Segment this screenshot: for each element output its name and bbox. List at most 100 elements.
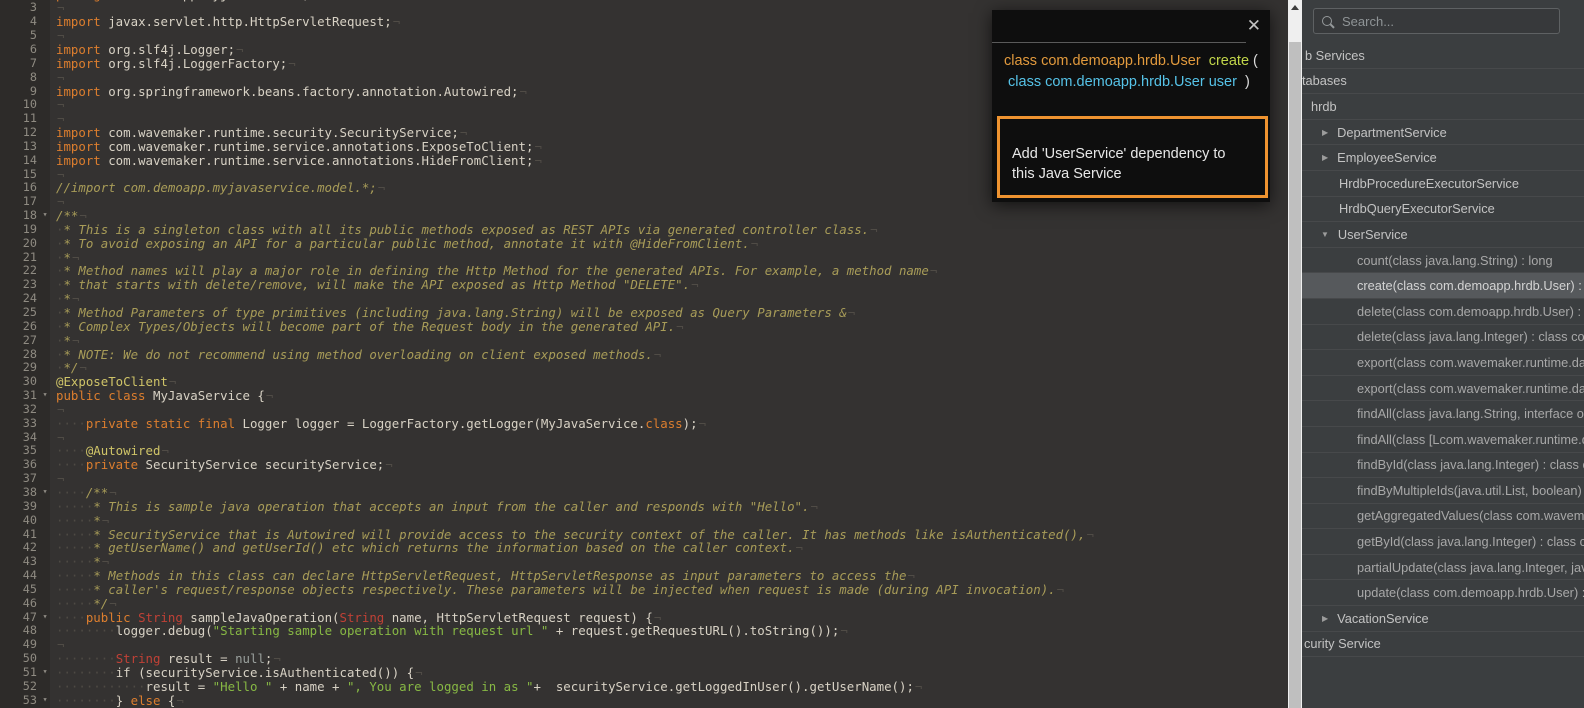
tree-item-departmentservice[interactable]: ▶DepartmentService: [1302, 120, 1584, 146]
chevron-down-icon[interactable]: ▼: [1321, 230, 1329, 239]
tree-item-curity-service[interactable]: curity Service: [1302, 632, 1584, 658]
line-number: 49: [0, 638, 37, 652]
fold-arrow-icon[interactable]: ▾: [37, 666, 53, 680]
tree-item-vacationservice[interactable]: ▶VacationService: [1302, 606, 1584, 632]
code-line[interactable]: 22·* Method names will play a major role…: [0, 264, 1288, 278]
add-dependency-action[interactable]: Add 'UserService' dependency to this Jav…: [997, 116, 1268, 198]
code-token: /**: [56, 208, 78, 223]
code-line[interactable]: 38▾····/**¬: [0, 486, 1288, 500]
tree-item-b-services[interactable]: b Services: [1302, 43, 1584, 69]
code-line[interactable]: 32¬: [0, 403, 1288, 417]
code-text: import org.slf4j.LoggerFactory;¬: [56, 57, 296, 71]
scroll-up-button[interactable]: [1288, 0, 1302, 14]
tree-item-label: count(class java.lang.String) : long: [1357, 253, 1553, 268]
tree-item-findbyid-class-java-lang-integer-class-c[interactable]: findById(class java.lang.Integer) : clas…: [1302, 453, 1584, 479]
code-line[interactable]: 37¬: [0, 472, 1288, 486]
code-line[interactable]: 45·····* caller's request/response objec…: [0, 583, 1288, 597]
code-line[interactable]: 42·····* getUserName() and getUserId() e…: [0, 541, 1288, 555]
code-line[interactable]: 31▾public class MyJavaService {¬: [0, 389, 1288, 403]
newline-mark: ¬: [79, 360, 86, 375]
popup-header: [992, 10, 1246, 43]
code-text: import javax.servlet.http.HttpServletReq…: [56, 15, 400, 29]
code-line[interactable]: 33····private static final Logger logger…: [0, 417, 1288, 431]
code-line[interactable]: 39·····* This is sample java operation t…: [0, 500, 1288, 514]
code-line[interactable]: 53▾········} else {¬: [0, 694, 1288, 708]
code-line[interactable]: 44·····* Methods in this class can decla…: [0, 569, 1288, 583]
code-line[interactable]: 23·* that starts with delete/remove, wil…: [0, 278, 1288, 292]
code-line[interactable]: 41·····* SecurityService that is Autowir…: [0, 528, 1288, 542]
tree-item-update-class-com-demoapp-hrdb-user-clas[interactable]: update(class com.demoapp.hrdb.User) : cl…: [1302, 580, 1584, 606]
code-line[interactable]: 26·* Complex Types/Objects will become p…: [0, 320, 1288, 334]
code-line[interactable]: 30@ExposeToClient¬: [0, 375, 1288, 389]
tree-item-export-class-com-wavemaker-runtime-data-[interactable]: export(class com.wavemaker.runtime.data.…: [1302, 376, 1584, 402]
code-line[interactable]: 49¬: [0, 638, 1288, 652]
editor-scrollbar[interactable]: [1288, 0, 1302, 708]
scrollbar-thumb[interactable]: [1289, 42, 1301, 708]
tree-item-userservice[interactable]: ▼UserService: [1302, 222, 1584, 248]
code-line[interactable]: 52············result = "Hello " + name +…: [0, 680, 1288, 694]
tree-item-hrdbqueryexecutorservice[interactable]: HrdbQueryExecutorService: [1302, 197, 1584, 223]
code-line[interactable]: 29·*/¬: [0, 361, 1288, 375]
code-line[interactable]: 48········logger.debug("Starting sample …: [0, 624, 1288, 638]
code-line[interactable]: 20·* To avoid exposing an API for a part…: [0, 237, 1288, 251]
fold-arrow-icon[interactable]: ▾: [37, 611, 53, 625]
chevron-right-icon[interactable]: ▶: [1322, 128, 1328, 137]
tree-item-hrdbprocedureexecutorservice[interactable]: HrdbProcedureExecutorService: [1302, 171, 1584, 197]
tree-item-label: create(class com.demoapp.hrdb.User) : cl…: [1357, 278, 1584, 293]
tree-item-hrdb[interactable]: hrdb: [1302, 94, 1584, 120]
chevron-right-icon[interactable]: ▶: [1322, 614, 1328, 623]
code-token: ;: [265, 651, 272, 666]
code-text: ············result = "Hello " + name + "…: [56, 680, 922, 694]
code-line[interactable]: 28·* NOTE: We do not recommend using met…: [0, 348, 1288, 362]
tree-item-count-class-java-lang-string-long[interactable]: count(class java.lang.String) : long: [1302, 248, 1584, 274]
tree-item-export-class-com-wavemaker-runtime-data-[interactable]: export(class com.wavemaker.runtime.data.…: [1302, 350, 1584, 376]
search-input[interactable]: [1340, 13, 1551, 30]
code-line[interactable]: 51▾········if (securityService.isAuthent…: [0, 666, 1288, 680]
code-line[interactable]: 46·····*/¬: [0, 597, 1288, 611]
code-text: ·*¬: [56, 334, 79, 348]
code-line[interactable]: 43·····*¬: [0, 555, 1288, 569]
chevron-right-icon[interactable]: ▶: [1322, 153, 1328, 162]
code-token: com.wavemaker.runtime.security.SecurityS…: [101, 125, 459, 140]
tree-item-getaggregatedvalues-class-com-wavemaker[interactable]: getAggregatedValues(class com.wavemaker: [1302, 504, 1584, 530]
search-box[interactable]: [1313, 8, 1560, 34]
code-line[interactable]: 35····@Autowired¬: [0, 444, 1288, 458]
code-line[interactable]: 25·* Method Parameters of type primitive…: [0, 306, 1288, 320]
newline-mark: ¬: [57, 97, 64, 112]
code-line[interactable]: 21·*¬: [0, 251, 1288, 265]
tree-item-employeeservice[interactable]: ▶EmployeeService: [1302, 145, 1584, 171]
tree-item-delete-class-com-demoapp-hrdb-user-void[interactable]: delete(class com.demoapp.hrdb.User) : vo…: [1302, 299, 1584, 325]
indent-dots: ············: [56, 679, 146, 694]
code-line[interactable]: 36····private SecurityService securitySe…: [0, 458, 1288, 472]
line-number: 18: [0, 209, 37, 223]
code-line[interactable]: 34¬: [0, 431, 1288, 445]
code-line[interactable]: 50········String result = null;¬: [0, 652, 1288, 666]
code-line[interactable]: 19·* This is a singleton class with all …: [0, 223, 1288, 237]
tree-item-label: getById(class java.lang.Integer) : class…: [1357, 534, 1584, 549]
code-text: ¬: [56, 195, 64, 209]
code-line[interactable]: 24·*¬: [0, 292, 1288, 306]
code-editor[interactable]: 2package com.demoapp.myjavaservice;¬3¬4i…: [0, 0, 1288, 708]
close-icon[interactable]: ✕: [1247, 16, 1261, 36]
tree-item-getbyid-class-java-lang-integer-class-co[interactable]: getById(class java.lang.Integer) : class…: [1302, 529, 1584, 555]
tree-item-findbymultipleids-java-util-list-boolean[interactable]: findByMultipleIds(java.util.List, boolea…: [1302, 478, 1584, 504]
line-number: 31: [0, 389, 37, 403]
fold-arrow-icon[interactable]: ▾: [37, 694, 53, 708]
code-text: ¬: [56, 168, 64, 182]
code-token: class: [645, 416, 682, 431]
tree-item-findall-class-lcom-wavemaker-runtime-dat[interactable]: findAll(class [Lcom.wavemaker.runtime.da…: [1302, 427, 1584, 453]
tree-item-tabases[interactable]: tabases: [1302, 69, 1584, 95]
tree-item-findall-class-java-lang-string-interface[interactable]: findAll(class java.lang.String, interfac…: [1302, 401, 1584, 427]
dependency-popup: ✕ class com.demoapp.hrdb.User create ( c…: [992, 10, 1270, 202]
code-line[interactable]: 27·*¬: [0, 334, 1288, 348]
tree-item-create-class-com-demoapp-hrdb-user-clas[interactable]: create(class com.demoapp.hrdb.User) : cl…: [1302, 273, 1584, 299]
fold-arrow-icon[interactable]: ▾: [37, 389, 53, 403]
tree-item-partialupdate-class-java-lang-integer-ja[interactable]: partialUpdate(class java.lang.Integer, j…: [1302, 555, 1584, 581]
fold-arrow-icon[interactable]: ▾: [37, 209, 53, 223]
code-line[interactable]: 18▾/**¬: [0, 209, 1288, 223]
code-line[interactable]: 47▾····public String sampleJavaOperation…: [0, 611, 1288, 625]
newline-mark: ¬: [72, 333, 79, 348]
tree-item-delete-class-java-lang-integer-class-com[interactable]: delete(class java.lang.Integer) : class …: [1302, 325, 1584, 351]
fold-arrow-icon[interactable]: ▾: [37, 486, 53, 500]
code-line[interactable]: 40·····*¬: [0, 514, 1288, 528]
